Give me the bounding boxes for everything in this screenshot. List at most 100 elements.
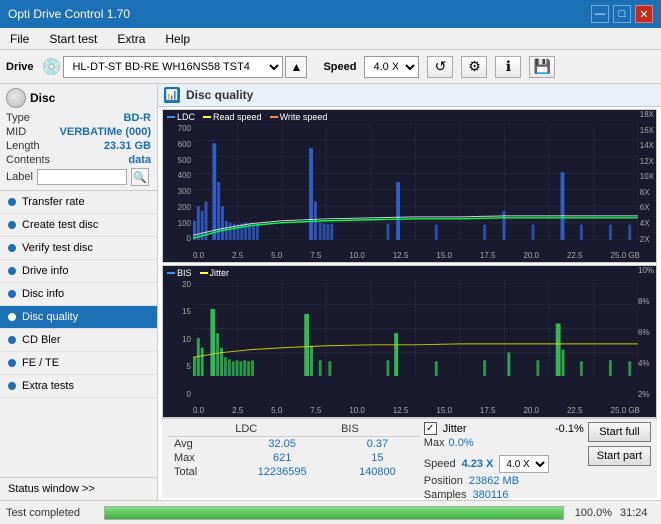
nav-bullet xyxy=(8,359,16,367)
sidebar-item-disc-info[interactable]: Disc info xyxy=(0,283,157,306)
progress-label: Test completed xyxy=(6,507,96,519)
sidebar-item-fe-te[interactable]: FE / TE xyxy=(0,352,157,375)
start-buttons: Start full Start part xyxy=(588,422,651,466)
eject-button[interactable]: ▲ xyxy=(285,56,307,78)
legend-bis-label: BIS xyxy=(177,268,192,278)
nav-bullet xyxy=(8,382,16,390)
jitter-avg-value: -0.1% xyxy=(555,423,584,435)
jitter-row: ✓ Jitter -0.1% xyxy=(424,422,584,435)
app-window: Opti Drive Control 1.70 — □ ✕ File Start… xyxy=(0,0,661,524)
jitter-color xyxy=(200,272,208,274)
disc-section-label: Disc xyxy=(30,91,55,105)
legend-read-speed: Read speed xyxy=(203,112,262,122)
bis-jitter-chart: BIS Jitter 20 15 10 5 0 xyxy=(162,265,657,419)
disc-panel: Disc Type BD-R MID VERBATIMe (000) Lengt… xyxy=(0,84,157,191)
stats-max-row: Max 621 15 xyxy=(168,451,420,465)
speed-stat-label: Speed xyxy=(424,458,456,470)
sidebar-item-disc-quality[interactable]: Disc quality xyxy=(0,306,157,329)
status-window-button[interactable]: Status window >> xyxy=(0,477,157,500)
legend-ldc: LDC xyxy=(167,112,195,122)
max-label: Max xyxy=(168,451,229,465)
sidebar-item-drive-info[interactable]: Drive info xyxy=(0,260,157,283)
maximize-button[interactable]: □ xyxy=(613,5,631,23)
sidebar-item-create-test-disc[interactable]: Create test disc xyxy=(0,214,157,237)
disc-contents-label: Contents xyxy=(6,154,50,166)
samples-label: Samples xyxy=(424,489,467,500)
disc-type-value: BD-R xyxy=(124,112,152,124)
menu-extra[interactable]: Extra xyxy=(113,31,149,47)
total-bis-value: 140800 xyxy=(335,465,420,479)
disc-quality-title: Disc quality xyxy=(186,88,253,102)
disc-type-row: Type BD-R xyxy=(6,112,151,124)
nav-label: Create test disc xyxy=(22,219,98,231)
speed-stat-value: 4.23 X xyxy=(462,458,494,470)
start-part-button[interactable]: Start part xyxy=(588,446,651,466)
sidebar-item-transfer-rate[interactable]: Transfer rate xyxy=(0,191,157,214)
stats-panel: LDC BIS Avg 32.05 0.37 xyxy=(162,418,657,498)
disc-length-value: 23.31 GB xyxy=(104,140,151,152)
disc-length-row: Length 23.31 GB xyxy=(6,140,151,152)
disc-quality-header: 📊 Disc quality xyxy=(158,84,661,107)
jitter-checkbox[interactable]: ✓ xyxy=(424,422,437,435)
progress-bar xyxy=(104,506,564,520)
jitter-label: Jitter xyxy=(443,423,467,435)
progress-bar-fill xyxy=(105,507,563,519)
nav-label: Transfer rate xyxy=(22,196,85,208)
disc-mid-value: VERBATIMe (000) xyxy=(60,126,151,138)
legend-jitter-label: Jitter xyxy=(210,268,230,278)
progress-time: 31:24 xyxy=(620,507,655,519)
disc-contents-value: data xyxy=(128,154,151,166)
close-button[interactable]: ✕ xyxy=(635,5,653,23)
nav-bullet xyxy=(8,336,16,344)
nav-bullet xyxy=(8,198,16,206)
nav-label: Disc quality xyxy=(22,311,78,323)
info-button[interactable]: ℹ xyxy=(495,56,521,78)
jitter-max-row: Max 0.0% xyxy=(424,437,584,449)
legend-bis: BIS xyxy=(167,268,192,278)
titlebar: Opti Drive Control 1.70 — □ ✕ xyxy=(0,0,661,28)
progress-area: Test completed 100.0% 31:24 xyxy=(0,500,661,524)
save-button[interactable]: 💾 xyxy=(529,56,555,78)
content-area: 📊 Disc quality LDC Read speed xyxy=(158,84,661,500)
legend-ldc-label: LDC xyxy=(177,112,195,122)
disc-label-input[interactable] xyxy=(37,169,127,185)
refresh-button[interactable]: ↺ xyxy=(427,56,453,78)
chart2-legend: BIS Jitter xyxy=(167,268,229,278)
col-ldc-header: LDC xyxy=(229,422,335,437)
settings-button[interactable]: ⚙ xyxy=(461,56,487,78)
menu-start-test[interactable]: Start test xyxy=(45,31,101,47)
minimize-button[interactable]: — xyxy=(591,5,609,23)
total-label: Total xyxy=(168,465,229,479)
menubar: File Start test Extra Help xyxy=(0,28,661,50)
sidebar-item-extra-tests[interactable]: Extra tests xyxy=(0,375,157,398)
nav-bullet xyxy=(8,221,16,229)
chart1-x-axis: 0.0 2.5 5.0 7.5 10.0 12.5 15.0 17.5 20.0… xyxy=(193,251,640,260)
stats-avg-row: Avg 32.05 0.37 xyxy=(168,437,420,452)
disc-contents-row: Contents data xyxy=(6,154,151,166)
disc-type-label: Type xyxy=(6,112,30,124)
nav-label: Disc info xyxy=(22,288,64,300)
menu-file[interactable]: File xyxy=(6,31,33,47)
disc-icon xyxy=(6,88,26,108)
samples-value: 380116 xyxy=(473,489,509,500)
sidebar-item-verify-test-disc[interactable]: Verify test disc xyxy=(0,237,157,260)
drive-icon: 💿 xyxy=(42,57,62,77)
disc-mid-label: MID xyxy=(6,126,26,138)
speed-select[interactable]: 4.0 X 2.0 X 6.0 X xyxy=(364,56,419,78)
charts-area: LDC Read speed Write speed 700 xyxy=(158,107,661,500)
nav-label: Drive info xyxy=(22,265,68,277)
disc-mid-row: MID VERBATIMe (000) xyxy=(6,126,151,138)
sidebar-item-cd-bler[interactable]: CD Bler xyxy=(0,329,157,352)
total-ldc-value: 12236595 xyxy=(229,465,335,479)
menu-help[interactable]: Help xyxy=(161,31,194,47)
col-empty xyxy=(168,422,229,437)
drive-select[interactable]: HL-DT-ST BD-RE WH16NS58 TST4 xyxy=(63,56,283,78)
start-full-button[interactable]: Start full xyxy=(588,422,651,442)
samples-row: Samples 380116 xyxy=(424,489,584,500)
max-ldc-value: 621 xyxy=(229,451,335,465)
nav-label: Verify test disc xyxy=(22,242,93,254)
speed-stat-select[interactable]: 4.0 X 2.0 X xyxy=(499,455,549,473)
drivebar: Drive 💿 HL-DT-ST BD-RE WH16NS58 TST4 ▲ S… xyxy=(0,50,661,84)
legend-write-label: Write speed xyxy=(280,112,328,122)
disc-label-button[interactable]: 🔍 xyxy=(131,168,149,186)
